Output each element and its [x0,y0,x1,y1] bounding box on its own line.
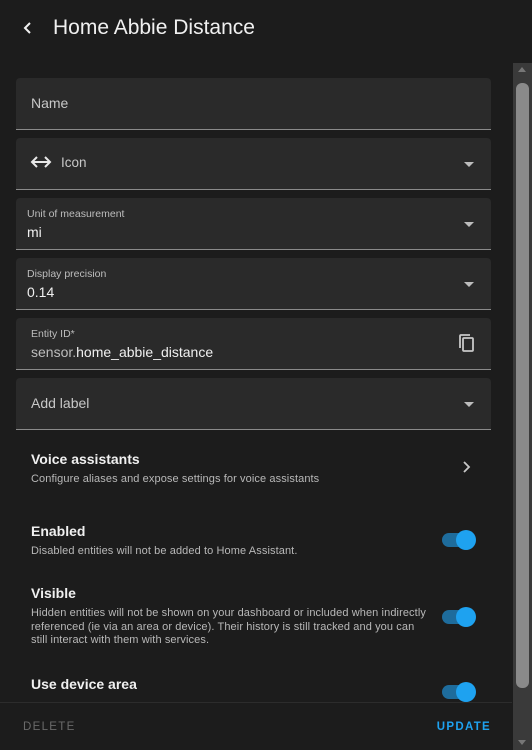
voice-assistants-description: Configure aliases and expose settings fo… [31,473,320,485]
name-field[interactable]: Name [16,78,491,130]
enabled-description: Disabled entities will not be added to H… [31,545,298,557]
arrow-left-right-icon [30,156,52,168]
display-precision-select[interactable]: Display precision 0.14 [16,258,491,310]
use-device-area-title: Use device area [31,676,137,692]
use-device-area-toggle[interactable] [442,682,476,702]
enabled-row: Enabled Disabled entities will not be ad… [31,523,431,559]
settings-form: Name Icon Unit of measurement mi Display… [0,60,512,702]
entity-id-value: sensor.home_abbie_distance [31,344,213,360]
page-title: Home Abbie Distance [53,16,255,39]
entity-id-label: Entity ID* [31,328,75,340]
icon-picker[interactable]: Icon [16,138,491,190]
unit-field-value: mi [27,224,42,240]
unit-of-measurement-select[interactable]: Unit of measurement mi [16,198,491,250]
add-label-text: Add label [31,395,90,411]
visible-title: Visible [31,585,76,601]
enabled-title: Enabled [31,523,86,539]
dropdown-arrow-icon [464,162,474,167]
precision-field-label: Display precision [27,268,107,280]
visible-toggle[interactable] [442,607,476,627]
voice-assistants-row[interactable]: Voice assistants Configure aliases and e… [31,451,431,487]
delete-button[interactable]: DELETE [23,721,76,733]
name-field-label: Name [31,95,69,111]
dropdown-arrow-icon [464,282,474,287]
entity-id-text: home_abbie_distance [76,344,214,360]
dialog-footer: DELETE UPDATE [0,702,512,750]
toggle-thumb [456,682,476,702]
enabled-toggle[interactable] [442,530,476,550]
scroll-down-arrow-icon[interactable] [518,740,526,745]
update-button[interactable]: UPDATE [437,721,491,733]
toggle-thumb [456,530,476,550]
use-device-area-row: Use device area [31,676,431,692]
scrollbar-thumb[interactable] [516,83,529,688]
copy-icon[interactable] [457,333,477,353]
add-label-select[interactable]: Add label [16,378,491,430]
back-button[interactable] [14,14,42,42]
scroll-up-arrow-icon[interactable] [518,67,526,72]
toggle-thumb [456,607,476,627]
dropdown-arrow-icon [464,222,474,227]
voice-assistants-title: Voice assistants [31,451,140,467]
chevron-right-icon[interactable] [460,460,474,474]
visible-description: Hidden entities will not be shown on you… [31,607,426,646]
unit-field-label: Unit of measurement [27,208,125,220]
dropdown-arrow-icon [464,402,474,407]
icon-field-label: Icon [61,155,87,170]
visible-row: Visible Hidden entities will not be show… [31,585,431,648]
chevron-left-icon [23,22,31,34]
dialog-header: Home Abbie Distance [0,0,532,60]
entity-id-prefix: sensor. [31,344,77,360]
scrollbar[interactable] [513,63,532,750]
precision-field-value: 0.14 [27,284,55,300]
entity-id-field[interactable]: Entity ID* sensor.home_abbie_distance [16,318,491,370]
